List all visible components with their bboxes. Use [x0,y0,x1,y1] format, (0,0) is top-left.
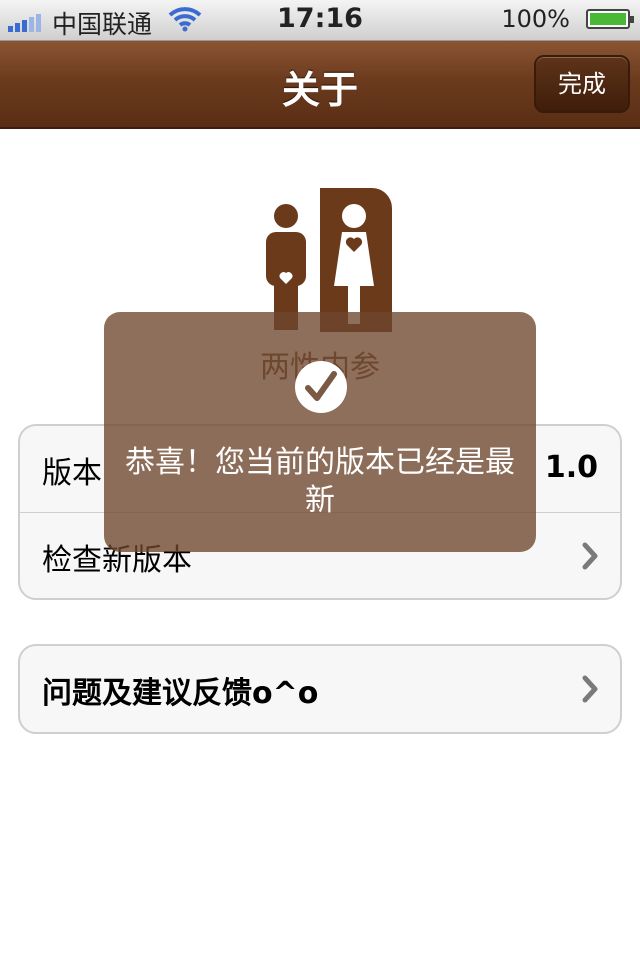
navigation-bar: 关于 完成 [0,41,640,129]
status-bar: 中国联通 17:16 100% [0,0,640,41]
feedback-group: 问题及建议反馈o^o [18,644,622,734]
feedback-row[interactable]: 问题及建议反馈o^o [20,646,620,732]
chevron-right-icon [582,675,598,703]
hud-message: 恭喜！您当前的版本已经是最新 [125,445,515,518]
version-value: 1.0 [544,450,598,485]
feedback-label: 问题及建议反馈o^o [42,676,319,711]
version-label: 版本 [42,456,102,491]
success-hud: 恭喜！您当前的版本已经是最新 [104,312,536,552]
battery-percent: 100% [501,5,570,33]
chevron-right-icon [582,542,598,570]
checkmark-icon [295,361,347,413]
app-logo-icon [248,188,392,332]
done-button[interactable]: 完成 [534,55,630,113]
battery-icon [586,9,634,29]
